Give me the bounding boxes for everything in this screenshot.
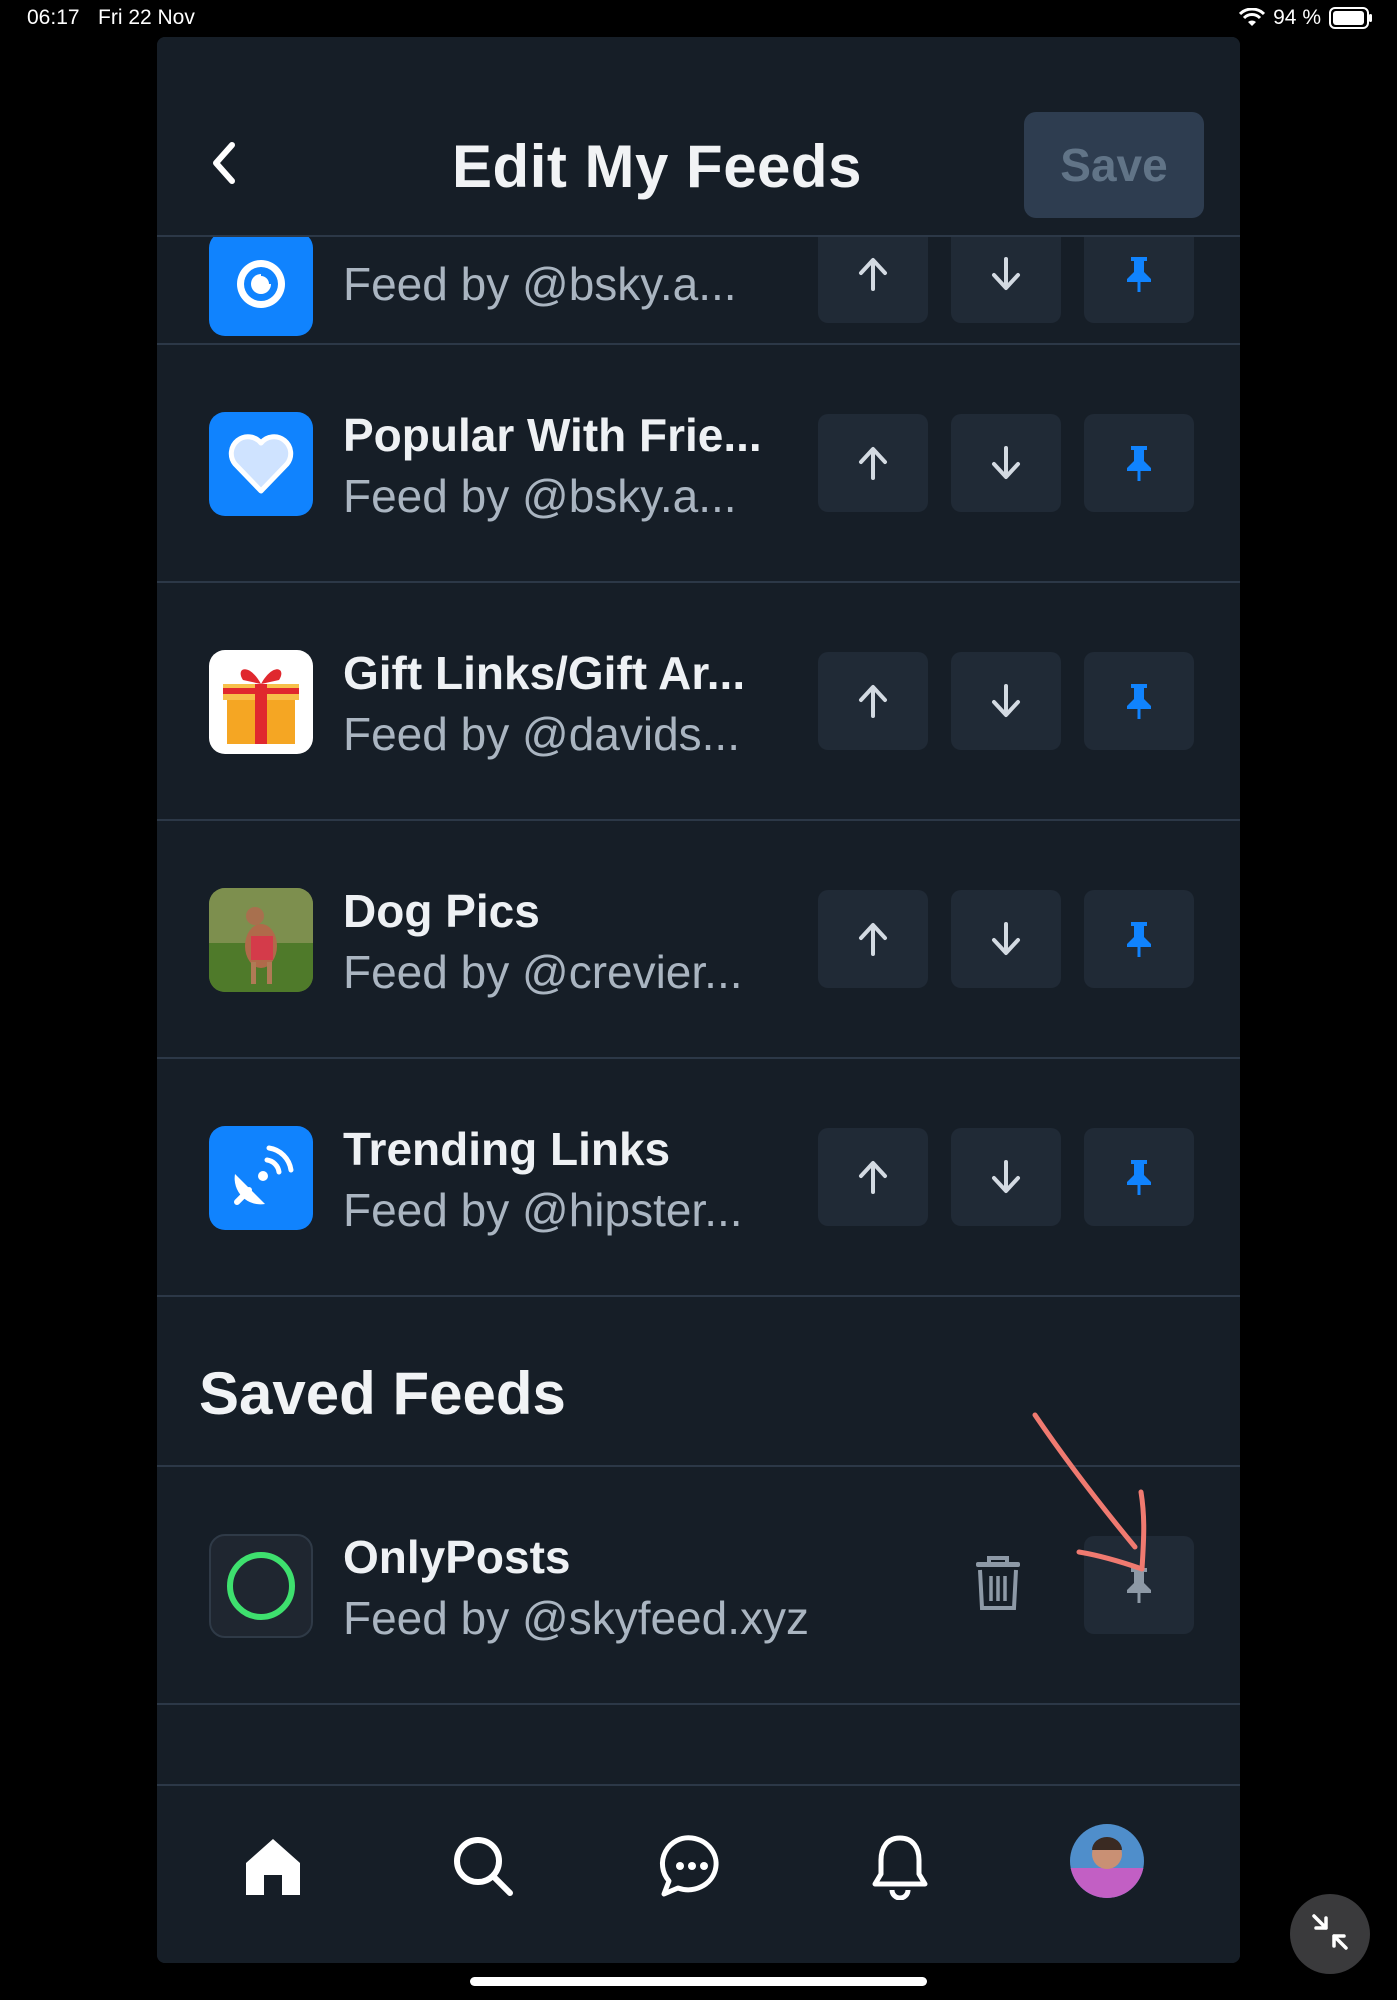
collapse-icon	[1308, 1910, 1352, 1959]
move-up-button[interactable]	[818, 652, 928, 750]
feed-row[interactable]: Dog Pics Feed by @crevier...	[157, 821, 1240, 1059]
feed-name: Trending Links	[343, 1123, 671, 1175]
feed-row[interactable]: Popular With Frie... Feed by @bsky.a...	[157, 345, 1240, 583]
section-title: Saved Feeds	[199, 1360, 566, 1427]
status-right: 94 %	[1239, 6, 1373, 30]
chat-icon[interactable]	[647, 1821, 737, 1911]
tab-bar	[157, 1784, 1240, 1963]
discover-icon	[209, 237, 313, 336]
home-indicator	[470, 1977, 927, 1986]
bell-icon[interactable]	[855, 1821, 945, 1911]
status-date: Fri 22 Nov	[98, 6, 195, 29]
battery-percent: 94 %	[1273, 6, 1321, 29]
move-up-button[interactable]	[818, 237, 928, 323]
feed-name: Popular With Frie...	[343, 409, 762, 461]
avatar[interactable]	[1070, 1824, 1144, 1898]
saved-feeds-header: Saved Feeds	[157, 1297, 1240, 1467]
move-down-button[interactable]	[951, 414, 1061, 512]
collapse-button[interactable]	[1290, 1894, 1370, 1974]
green-ring-icon	[209, 1534, 313, 1638]
pin-button[interactable]	[1084, 237, 1194, 323]
feed-subtitle: Feed by @bsky.a...	[343, 258, 737, 310]
feeds-list: Feed by @bsky.a... Popular With Frie... …	[157, 237, 1240, 1784]
wifi-icon	[1239, 8, 1266, 28]
feed-subtitle: Feed by @skyfeed.xyz	[343, 1592, 809, 1644]
pin-button[interactable]	[1084, 1536, 1194, 1634]
feed-row[interactable]: Trending Links Feed by @hipster...	[157, 1059, 1240, 1297]
move-up-button[interactable]	[818, 414, 928, 512]
feed-row[interactable]: Feed by @bsky.a...	[157, 237, 1240, 345]
status-bar: 06:17 Fri 22 Nov 94 %	[0, 0, 1397, 38]
feed-subtitle: Feed by @bsky.a...	[343, 470, 737, 522]
header: Edit My Feeds Save	[157, 37, 1240, 237]
feed-row[interactable]: Gift Links/Gift Ar... Feed by @davids...	[157, 583, 1240, 821]
move-up-button[interactable]	[818, 890, 928, 988]
dog-photo	[209, 888, 313, 992]
move-up-button[interactable]	[818, 1128, 928, 1226]
feed-subtitle: Feed by @crevier...	[343, 946, 743, 998]
home-icon[interactable]	[228, 1821, 318, 1911]
pin-button[interactable]	[1084, 1128, 1194, 1226]
feed-name: OnlyPosts	[343, 1531, 571, 1583]
gift-icon	[209, 650, 313, 754]
battery-icon	[1329, 7, 1373, 29]
move-down-button[interactable]	[951, 890, 1061, 988]
status-time: 06:17	[27, 6, 80, 29]
page-title: Edit My Feeds	[452, 133, 862, 200]
saved-feed-row[interactable]: OnlyPosts Feed by @skyfeed.xyz	[157, 1467, 1240, 1705]
move-down-button[interactable]	[951, 652, 1061, 750]
save-button[interactable]: Save	[1024, 112, 1204, 218]
edit-feeds-panel: Edit My Feeds Save Feed by @bsky.a... Po…	[157, 37, 1240, 1963]
search-icon[interactable]	[438, 1821, 528, 1911]
trash-icon	[973, 1554, 1023, 1617]
pin-button[interactable]	[1084, 652, 1194, 750]
feed-name: Gift Links/Gift Ar...	[343, 647, 746, 699]
pin-button[interactable]	[1084, 890, 1194, 988]
feed-subtitle: Feed by @hipster...	[343, 1184, 743, 1236]
feed-name: Dog Pics	[343, 885, 540, 937]
move-down-button[interactable]	[951, 237, 1061, 323]
heart-icon	[209, 412, 313, 516]
pin-button[interactable]	[1084, 414, 1194, 512]
satellite-dish-icon	[209, 1126, 313, 1230]
move-down-button[interactable]	[951, 1128, 1061, 1226]
feed-subtitle: Feed by @davids...	[343, 708, 740, 760]
trash-button[interactable]	[953, 1536, 1043, 1634]
